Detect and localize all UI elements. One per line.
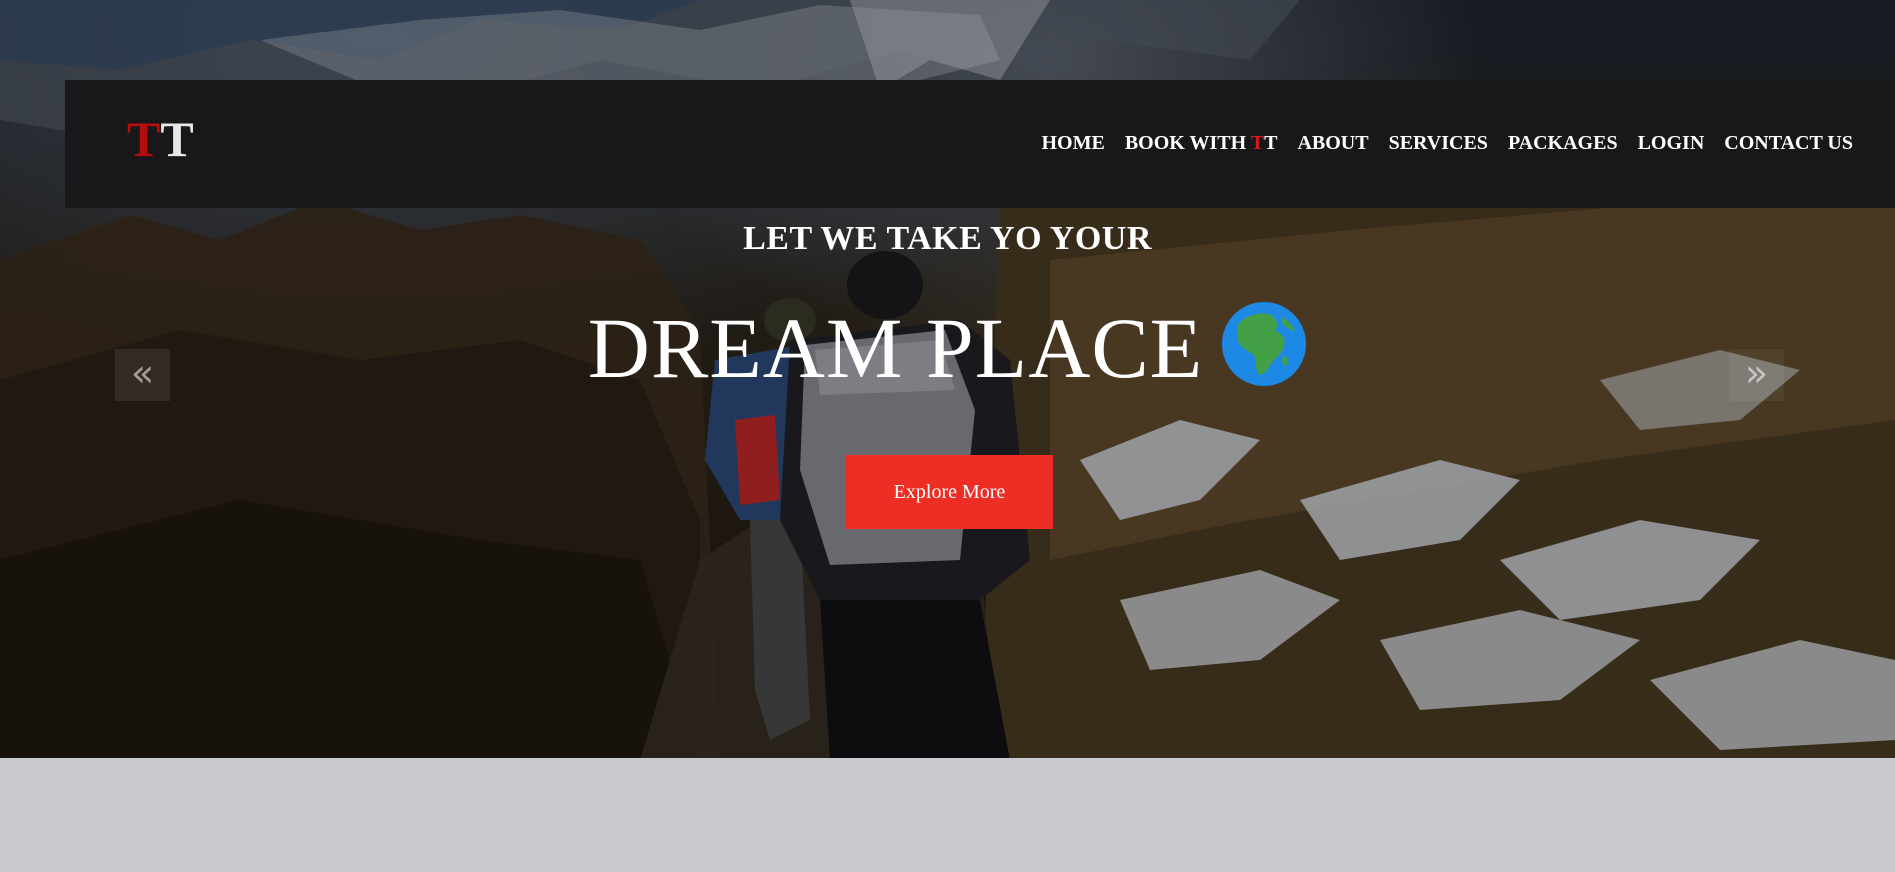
main-navbar: TT HOME BOOK WITH TT ABOUT SERVICES PACK… bbox=[65, 80, 1895, 208]
nav-book-suffix: T bbox=[1264, 132, 1278, 154]
nav-services-link[interactable]: SERVICES bbox=[1389, 132, 1488, 155]
brand-logo[interactable]: TT bbox=[127, 114, 194, 164]
explore-more-button[interactable]: Explore More bbox=[846, 455, 1053, 529]
nav-book-link[interactable]: BOOK WITH TT bbox=[1125, 132, 1278, 155]
nav-links: HOME BOOK WITH TT ABOUT SERVICES PACKAGE… bbox=[1041, 132, 1853, 155]
logo-first-letter: T bbox=[127, 111, 161, 167]
nav-book-prefix: BOOK WITH bbox=[1124, 132, 1251, 154]
nav-contact-link[interactable]: CONTACT US bbox=[1724, 132, 1853, 155]
logo-second-letter: T bbox=[160, 111, 194, 167]
hero-subtitle: LET WE TAKE YO YOUR bbox=[743, 220, 1152, 257]
nav-home-link[interactable]: HOME bbox=[1041, 132, 1104, 155]
hero-headline: DREAM PLACE bbox=[0, 302, 1895, 407]
nav-packages-link[interactable]: PACKAGES bbox=[1508, 132, 1618, 155]
hero-headline-text: DREAM PLACE bbox=[587, 300, 1204, 396]
content-area bbox=[0, 758, 1895, 872]
carousel-prev-button[interactable]: « bbox=[115, 349, 170, 401]
nav-book-highlight: T bbox=[1250, 132, 1265, 154]
carousel-next-button[interactable]: » bbox=[1729, 349, 1784, 401]
globe-africa-icon bbox=[1221, 301, 1307, 401]
nav-about-link[interactable]: ABOUT bbox=[1297, 132, 1368, 155]
nav-login-link[interactable]: LOGIN bbox=[1638, 132, 1705, 155]
